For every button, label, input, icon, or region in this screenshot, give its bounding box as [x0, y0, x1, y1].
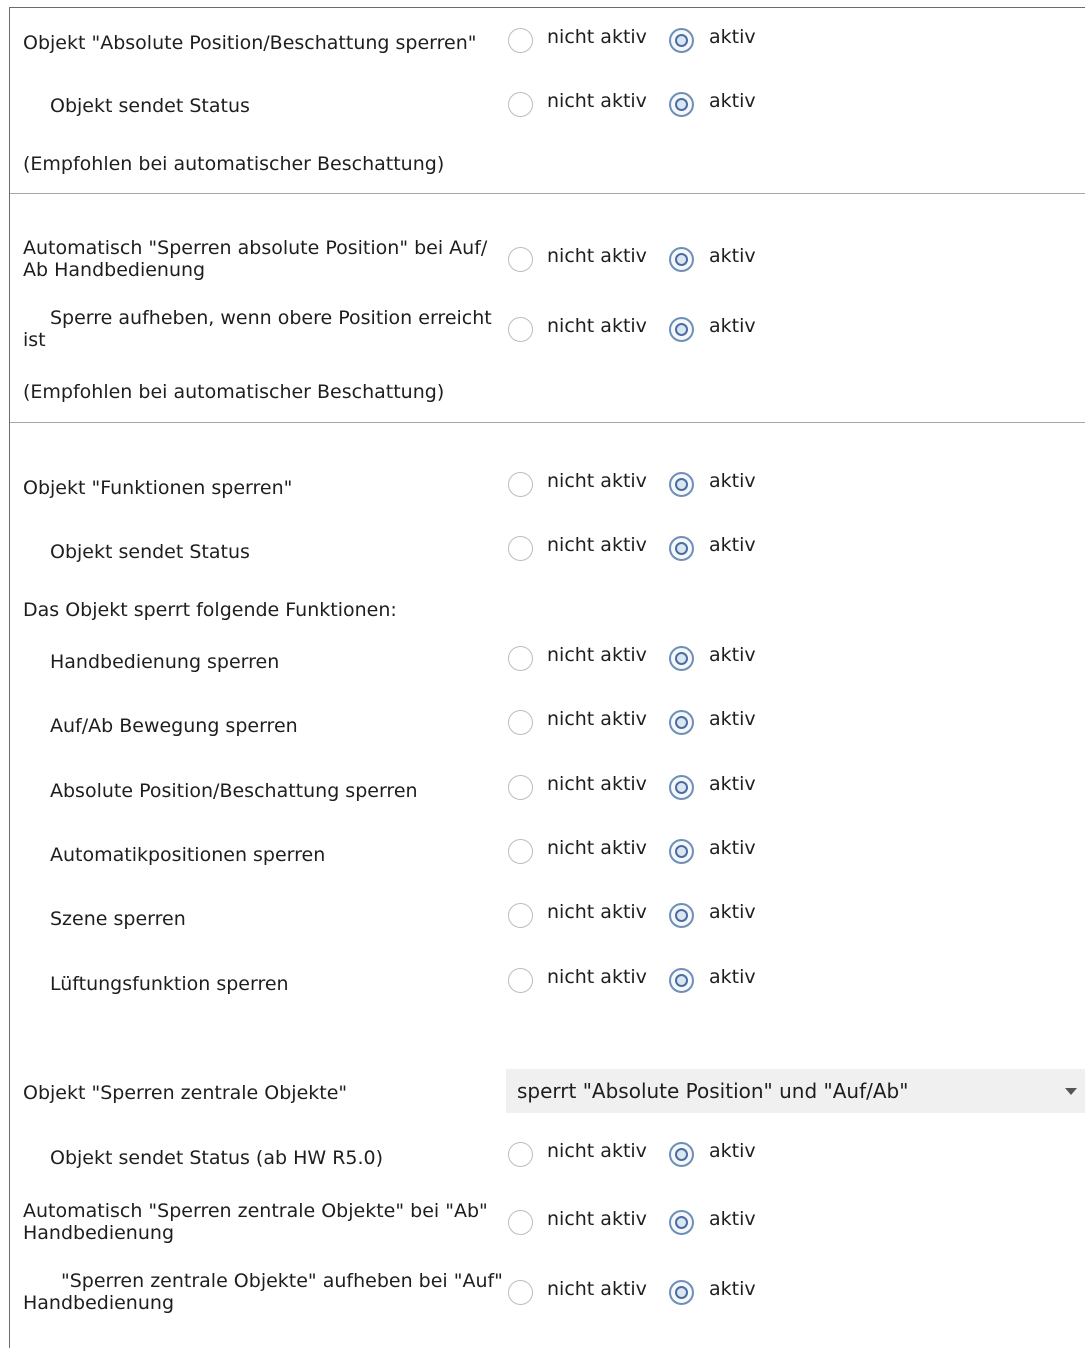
- radio-option-label: aktiv: [709, 1208, 756, 1230]
- row-label-aufab-sperren: Auf/Ab Bewegung sperren: [50, 715, 298, 737]
- radio-option-label: aktiv: [709, 90, 756, 112]
- dropdown-selected-value: sperrt "Absolute Position" und "Auf/Ab": [517, 1079, 909, 1103]
- radio-unchecked-icon: [508, 1210, 533, 1235]
- radio-checked-icon: [669, 92, 694, 117]
- radio-option-label: nicht aktiv: [547, 1140, 647, 1162]
- radio-dot-icon: [675, 98, 688, 111]
- radio-option-label: nicht aktiv: [547, 966, 647, 988]
- row-label-automatikpos-sperren: Automatikpositionen sperren: [50, 844, 326, 866]
- radio-checked-icon: [669, 472, 694, 497]
- radio-unchecked-icon: [508, 646, 533, 671]
- radio-dot-icon: [675, 974, 688, 987]
- section-divider: [10, 193, 1085, 194]
- radio-dot-icon: [675, 1148, 688, 1161]
- radio-unchecked-icon: [508, 472, 533, 497]
- radio-option-label: aktiv: [709, 901, 756, 923]
- row-label-auto-sperren-zentral: Automatisch "Sperren zentrale Objekte" b…: [23, 1200, 488, 1244]
- radio-option-label: aktiv: [709, 1140, 756, 1162]
- row-label-abs-pos-status: Objekt sendet Status: [50, 95, 250, 117]
- label-sperrt-folgende: Das Objekt sperrt folgende Funktionen:: [23, 599, 397, 621]
- radio-option-label: nicht aktiv: [547, 644, 647, 666]
- row-label-lueftung-sperren: Lüftungsfunktion sperren: [50, 973, 289, 995]
- radio-unchecked-icon: [508, 28, 533, 53]
- radio-option-label: aktiv: [709, 26, 756, 48]
- radio-dot-icon: [675, 909, 688, 922]
- row-label-szene-sperren: Szene sperren: [50, 908, 186, 930]
- radio-option-label: aktiv: [709, 644, 756, 666]
- radio-unchecked-icon: [508, 903, 533, 928]
- radio-checked-icon: [669, 317, 694, 342]
- radio-checked-icon: [669, 710, 694, 735]
- row-label-auto-sperren-abs: Automatisch "Sperren absolute Position" …: [23, 237, 488, 281]
- radio-unchecked-icon: [508, 968, 533, 993]
- radio-dot-icon: [675, 34, 688, 47]
- radio-option-label: nicht aktiv: [547, 245, 647, 267]
- radio-checked-icon: [669, 1210, 694, 1235]
- radio-dot-icon: [675, 1216, 688, 1229]
- chevron-down-icon: [1065, 1088, 1077, 1095]
- radio-checked-icon: [669, 1280, 694, 1305]
- radio-option-label: aktiv: [709, 966, 756, 988]
- radio-dot-icon: [675, 845, 688, 858]
- note-empfohlen-1: (Empfohlen bei automatischer Beschattung…: [23, 153, 445, 175]
- radio-option-label: nicht aktiv: [547, 90, 647, 112]
- radio-dot-icon: [675, 542, 688, 555]
- radio-option-label: aktiv: [709, 837, 756, 859]
- note-empfohlen-2: (Empfohlen bei automatischer Beschattung…: [23, 381, 445, 403]
- radio-option-label: aktiv: [709, 534, 756, 556]
- row-label-sperre-aufheben-oben: Sperre aufheben, wenn obere Position err…: [23, 307, 492, 351]
- row-label-abs-beschattung-sperren: Absolute Position/Beschattung sperren: [50, 780, 418, 802]
- radio-checked-icon: [669, 903, 694, 928]
- radio-unchecked-icon: [508, 839, 533, 864]
- radio-dot-icon: [675, 478, 688, 491]
- radio-dot-icon: [675, 323, 688, 336]
- radio-checked-icon: [669, 247, 694, 272]
- radio-dot-icon: [675, 781, 688, 794]
- row-label-funktionen-sperren: Objekt "Funktionen sperren": [23, 477, 293, 499]
- sperren-zentrale-dropdown[interactable]: sperrt "Absolute Position" und "Auf/Ab": [506, 1069, 1085, 1113]
- radio-option-label: nicht aktiv: [547, 837, 647, 859]
- radio-checked-icon: [669, 536, 694, 561]
- radio-option-label: aktiv: [709, 1278, 756, 1300]
- radio-unchecked-icon: [508, 317, 533, 342]
- row-label-zentral-aufheben: "Sperren zentrale Objekte" aufheben bei …: [23, 1270, 503, 1314]
- radio-option-label: aktiv: [709, 773, 756, 795]
- radio-unchecked-icon: [508, 775, 533, 800]
- radio-dot-icon: [675, 652, 688, 665]
- radio-option-label: nicht aktiv: [547, 708, 647, 730]
- radio-option-label: nicht aktiv: [547, 315, 647, 337]
- row-label-abs-pos-sperren: Objekt "Absolute Position/Beschattung sp…: [23, 32, 477, 54]
- radio-dot-icon: [675, 716, 688, 729]
- radio-dot-icon: [675, 1286, 688, 1299]
- radio-option-label: nicht aktiv: [547, 470, 647, 492]
- radio-option-label: nicht aktiv: [547, 534, 647, 556]
- radio-checked-icon: [669, 968, 694, 993]
- row-label-zentral-status: Objekt sendet Status (ab HW R5.0): [50, 1147, 384, 1169]
- radio-checked-icon: [669, 775, 694, 800]
- radio-checked-icon: [669, 1142, 694, 1167]
- radio-unchecked-icon: [508, 1280, 533, 1305]
- radio-option-label: nicht aktiv: [547, 1278, 647, 1300]
- row-label-sperren-zentrale: Objekt "Sperren zentrale Objekte": [23, 1082, 348, 1104]
- radio-unchecked-icon: [508, 710, 533, 735]
- radio-option-label: nicht aktiv: [547, 26, 647, 48]
- radio-option-label: aktiv: [709, 245, 756, 267]
- row-label-funktionen-status: Objekt sendet Status: [50, 541, 250, 563]
- radio-option-label: nicht aktiv: [547, 901, 647, 923]
- radio-unchecked-icon: [508, 92, 533, 117]
- radio-option-label: nicht aktiv: [547, 1208, 647, 1230]
- radio-unchecked-icon: [508, 536, 533, 561]
- radio-checked-icon: [669, 646, 694, 671]
- radio-checked-icon: [669, 28, 694, 53]
- radio-unchecked-icon: [508, 1142, 533, 1167]
- radio-option-label: aktiv: [709, 708, 756, 730]
- radio-option-label: aktiv: [709, 470, 756, 492]
- row-label-handbedienung-sperren: Handbedienung sperren: [50, 651, 280, 673]
- radio-option-label: aktiv: [709, 315, 756, 337]
- radio-option-label: nicht aktiv: [547, 773, 647, 795]
- radio-checked-icon: [669, 839, 694, 864]
- radio-dot-icon: [675, 253, 688, 266]
- radio-unchecked-icon: [508, 247, 533, 272]
- section-divider: [10, 422, 1085, 423]
